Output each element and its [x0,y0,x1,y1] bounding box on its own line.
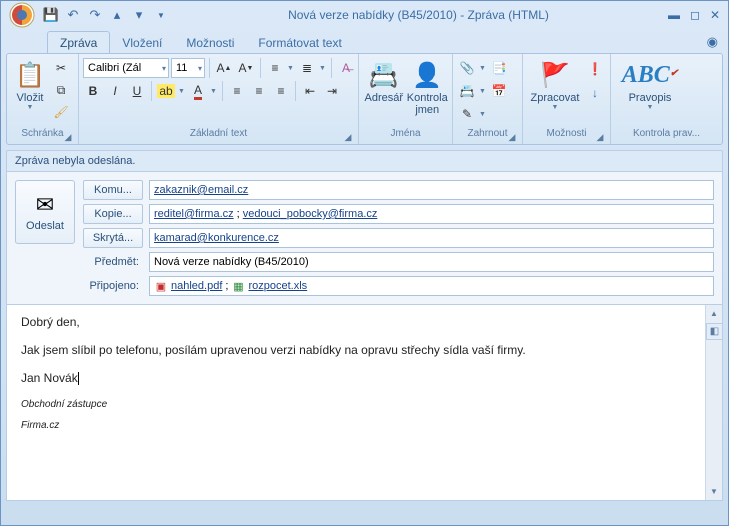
body-text: Jak jsem slíbil po telefonu, posílám upr… [21,343,708,357]
followup-button[interactable]: 🚩 Zpracovat ▼ [527,56,583,111]
low-importance-button[interactable]: ↓ [585,83,605,103]
tab-message[interactable]: Zpráva [47,31,110,53]
spelling-button[interactable]: ABC✔ Pravopis ▼ [615,56,685,111]
pdf-icon: ▣ [154,279,168,293]
signature-title: Obchodní zástupce [21,399,708,410]
clipboard-icon: 📋 [15,58,45,92]
group-clipboard-label: Schránka [21,128,63,139]
qat-customize-icon[interactable]: ▼ [153,7,169,23]
xls-icon: ▦ [231,279,245,293]
shrink-font-button[interactable]: A▼ [236,58,256,78]
numbering-button[interactable]: ≣ [297,58,317,78]
include-launcher[interactable]: ◢ [506,131,518,143]
subject-label: Předmět: [83,256,143,268]
info-banner: Zpráva nebyla odeslána. [6,150,723,172]
calendar-button[interactable]: 📅 [489,81,509,101]
tab-insert[interactable]: Vložení [110,32,174,53]
office-button[interactable] [5,2,39,28]
save-icon[interactable]: 💾 [43,7,59,23]
clear-format-button[interactable]: A̶ [336,58,356,78]
bullets-button[interactable]: ≡ [265,58,285,78]
align-right-button[interactable]: ≡ [271,81,291,101]
undo-icon[interactable]: ↶ [65,7,81,23]
signature-company: Firma.cz [21,420,708,431]
font-size-combo[interactable]: 11 [171,58,205,78]
group-font-label: Základní text [190,128,247,139]
italic-button[interactable]: I [105,81,125,101]
tab-format[interactable]: Formátovat text [246,32,353,53]
flag-icon: 🚩 [540,58,570,92]
high-importance-button[interactable]: ❗ [585,59,605,79]
redo-icon[interactable]: ↷ [87,7,103,23]
attachments-field[interactable]: ▣nahled.pdf; ▦rozpocet.xls [149,276,714,296]
scroll-up-icon[interactable]: ▲ [706,305,722,322]
help-icon[interactable]: ◉ [707,34,718,53]
increase-indent-button[interactable]: ⇥ [322,81,342,101]
format-painter-button[interactable]: 🖌 [51,102,71,122]
highlight-button[interactable]: ab [156,81,176,101]
addressbook-button[interactable]: 📇 Adresář [363,56,405,104]
message-area: Zpráva nebyla odeslána. ✉ Odeslat Komu..… [6,150,723,501]
message-body[interactable]: Dobrý den, Jak jsem slíbil po telefonu, … [6,305,723,501]
attachment-2[interactable]: rozpocet.xls [248,280,307,292]
quick-access-toolbar: 💾 ↶ ↷ ▴ ▾ ▼ [43,7,169,23]
ruler-toggle[interactable]: ◧ [706,323,723,340]
minimize-button[interactable]: ▬ [668,8,680,22]
business-card-button[interactable]: 📇 [457,81,477,101]
cc-field[interactable]: reditel@firma.cz; vedouci_pobocky@firma.… [149,204,714,224]
ribbon: 📋 Vložit ▼ ✂ ⧉ 🖌 Schránka◢ Calibri (Zál … [6,53,723,145]
underline-button[interactable]: U [127,81,147,101]
font-launcher[interactable]: ◢ [342,131,354,143]
bold-button[interactable]: B [83,81,103,101]
clipboard-launcher[interactable]: ◢ [62,131,74,143]
tab-options[interactable]: Možnosti [174,32,246,53]
cc-button[interactable]: Kopie... [83,204,143,224]
scroll-down-icon[interactable]: ▼ [706,483,722,500]
align-center-button[interactable]: ≡ [249,81,269,101]
attach-label: Připojeno: [83,280,143,292]
title-bar: 💾 ↶ ↷ ▴ ▾ ▼ Nová verze nabídky (B45/2010… [1,1,728,29]
cut-button[interactable]: ✂ [51,58,71,78]
track-launcher[interactable]: ◢ [594,131,606,143]
body-signature-name: Jan Novák [21,371,708,385]
decrease-indent-button[interactable]: ⇤ [300,81,320,101]
to-button[interactable]: Komu... [83,180,143,200]
to-field[interactable]: zakaznik@email.cz [149,180,714,200]
attachment-1[interactable]: nahled.pdf [171,280,222,292]
font-name-combo[interactable]: Calibri (Zál [83,58,169,78]
group-include-label: Zahrnout [467,128,507,139]
body-greeting: Dobrý den, [21,315,708,329]
bcc-field[interactable]: kamarad@konkurence.cz [149,228,714,248]
group-track-label: Možnosti [546,128,586,139]
checknames-icon: 👤 [412,58,442,92]
next-icon[interactable]: ▾ [131,7,147,23]
grow-font-button[interactable]: A▲ [214,58,234,78]
window-title: Nová verze nabídky (B45/2010) - Zpráva (… [169,8,668,22]
subject-field[interactable]: Nová verze nabídky (B45/2010) [149,252,714,272]
group-names-label: Jména [363,128,448,144]
addressbook-icon: 📇 [369,58,399,92]
group-proof-label: Kontrola prav... [615,128,718,144]
font-color-button[interactable]: A [188,81,208,101]
spelling-icon: ABC✔ [622,58,678,92]
send-button[interactable]: ✉ Odeslat [15,180,75,244]
paste-button[interactable]: 📋 Vložit ▼ [11,56,49,111]
previous-icon[interactable]: ▴ [109,7,125,23]
checknames-button[interactable]: 👤 Kontrola jmen [407,56,449,116]
attach-item-button[interactable]: 📑 [489,58,509,78]
signature-button[interactable]: ✎ [457,104,477,124]
maximize-button[interactable]: ◻ [690,8,700,22]
copy-button[interactable]: ⧉ [51,80,71,100]
attach-file-button[interactable]: 📎 [457,58,477,78]
close-button[interactable]: ✕ [710,8,720,22]
ribbon-tabs: Zpráva Vložení Možnosti Formátovat text … [1,29,728,53]
bcc-button[interactable]: Skrytá... [83,228,143,248]
message-header: ✉ Odeslat Komu... zakaznik@email.cz Kopi… [6,172,723,305]
envelope-icon: ✉ [36,192,54,218]
align-left-button[interactable]: ≡ [227,81,247,101]
